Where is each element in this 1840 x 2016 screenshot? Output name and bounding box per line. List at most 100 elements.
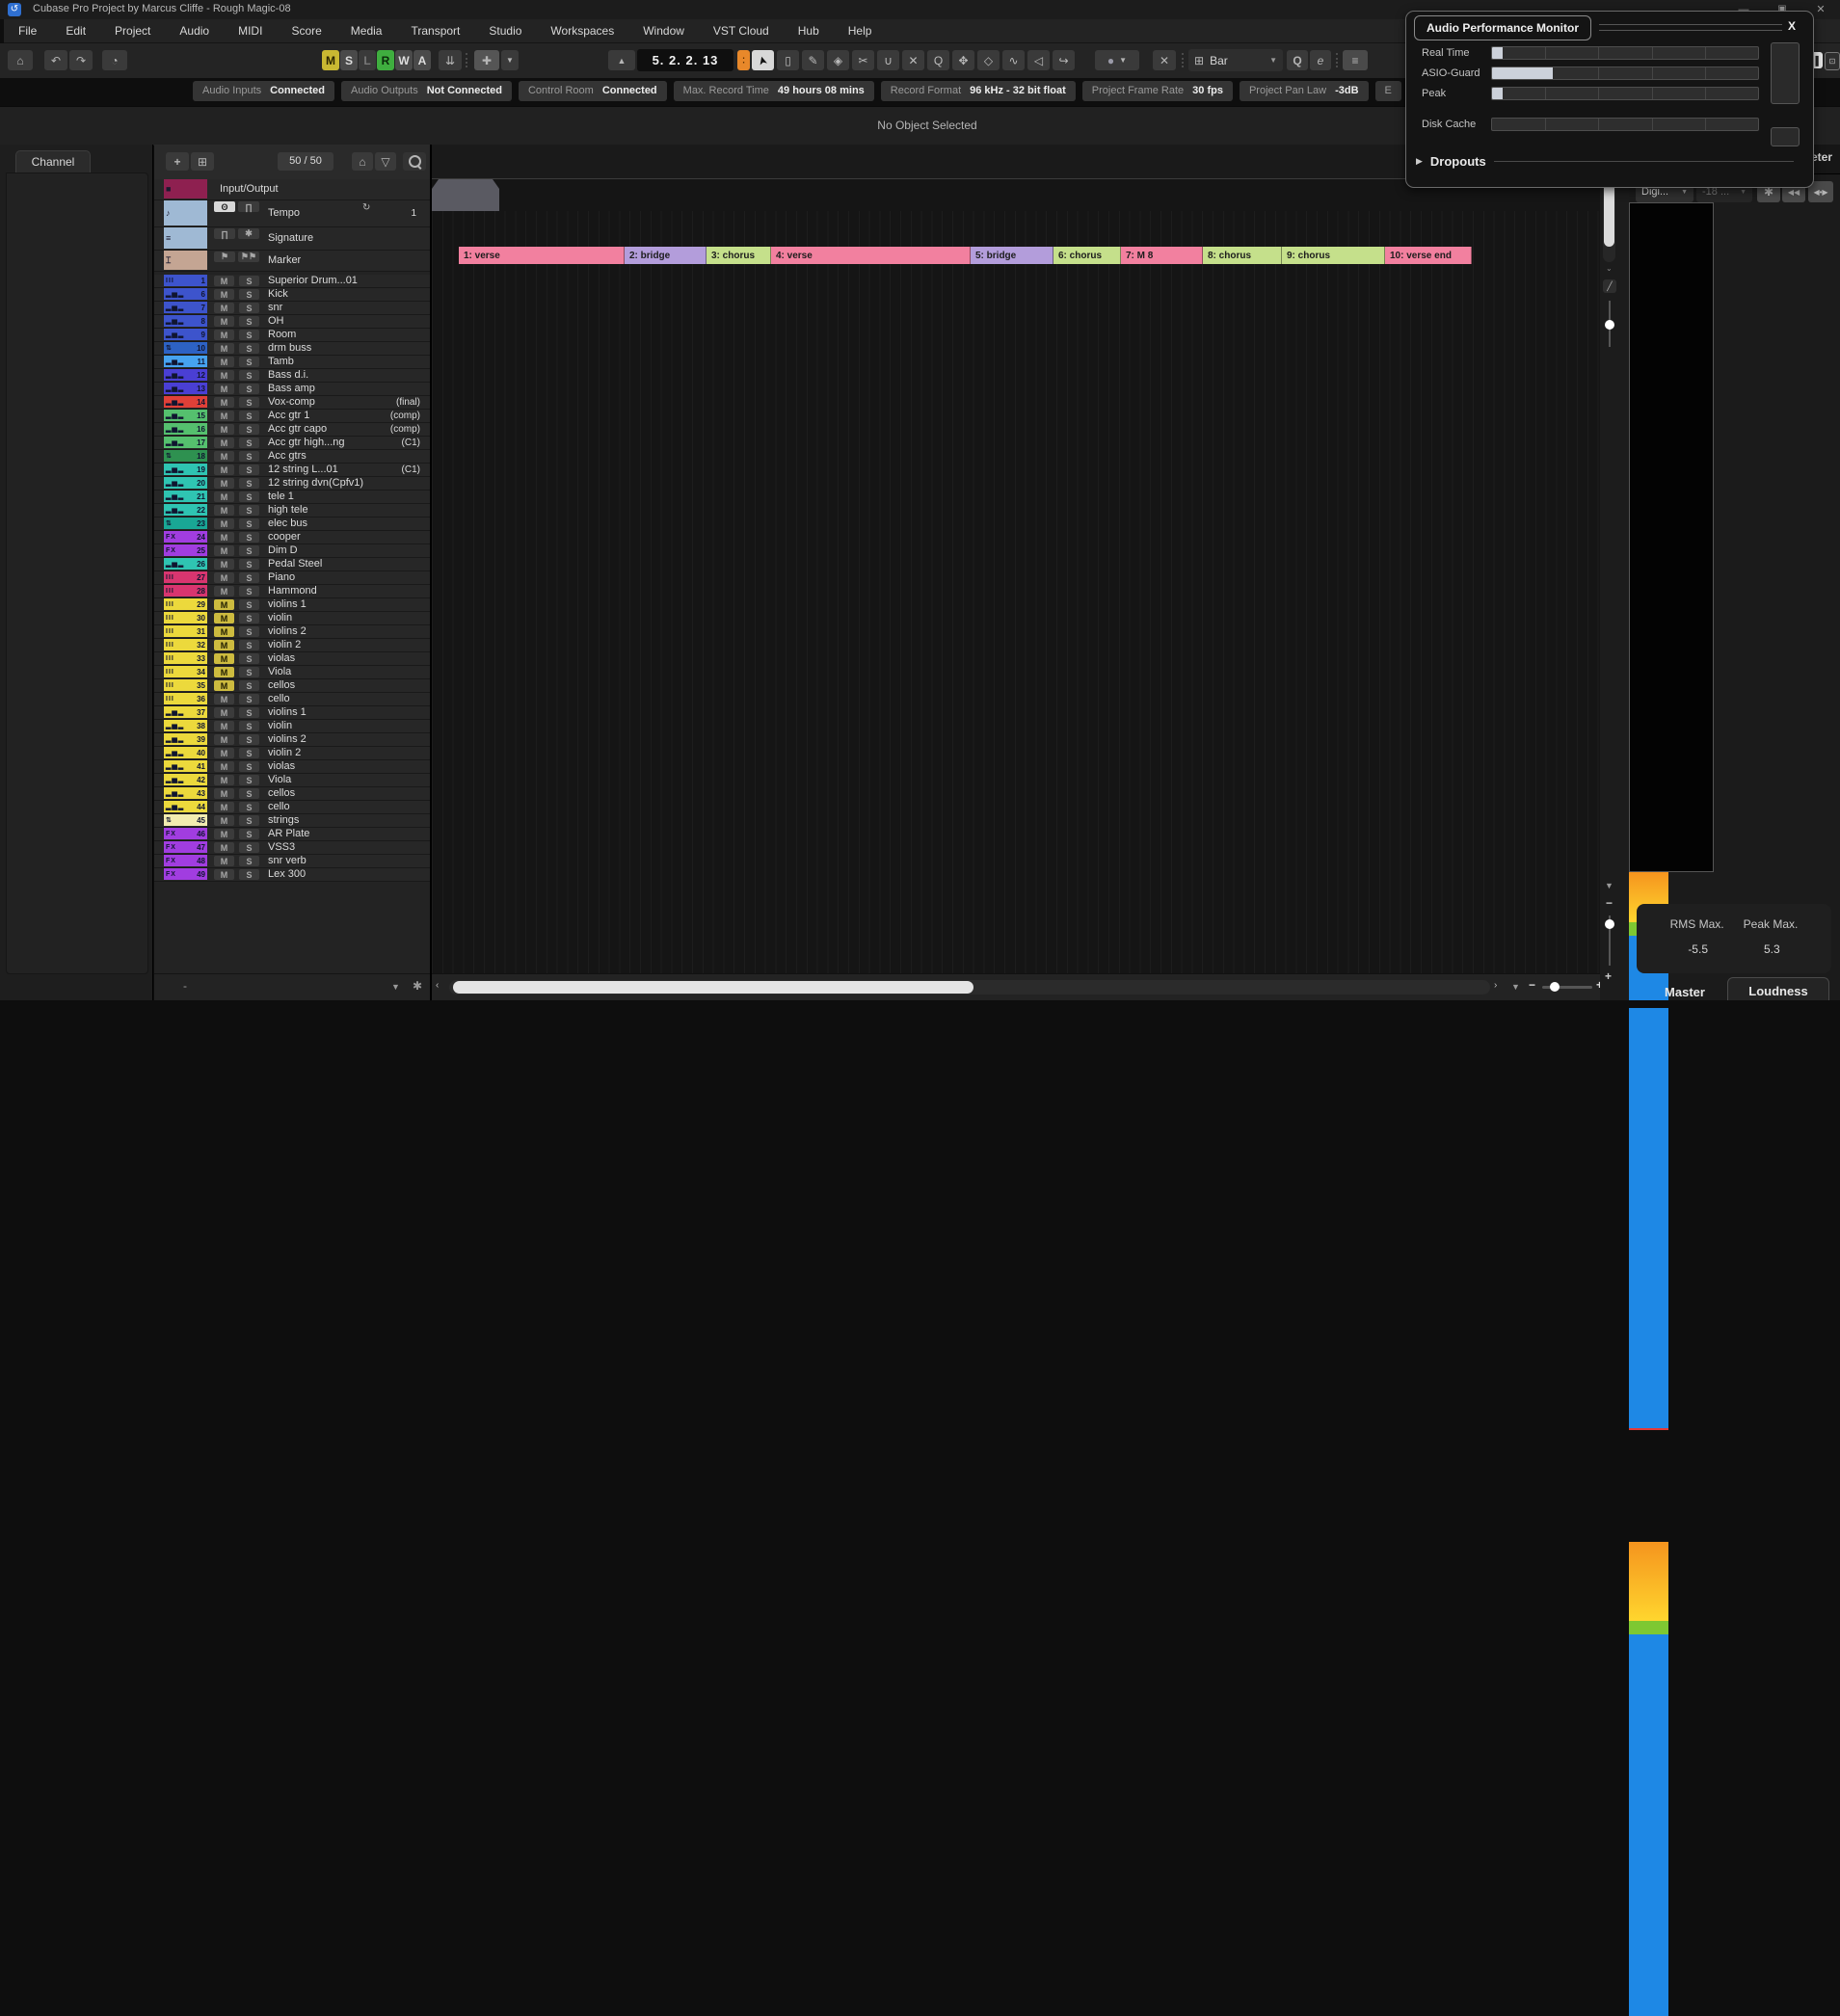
setup-window-layout-button[interactable]: ⊡ xyxy=(1825,52,1840,70)
h-zoom-out[interactable]: − xyxy=(1529,978,1535,992)
menu-edit[interactable]: Edit xyxy=(51,19,100,42)
track-row[interactable]: ▂▅▂19MS12 string L...01(C1) xyxy=(154,464,430,477)
solo-button[interactable]: S xyxy=(239,640,259,650)
menu-audio[interactable]: Audio xyxy=(165,19,224,42)
status-chip-control-room[interactable]: Control RoomConnected xyxy=(519,81,667,101)
track-row[interactable]: III35MScellos xyxy=(154,679,430,693)
gear-icon[interactable]: ✱ xyxy=(413,979,422,993)
mute-button[interactable]: M xyxy=(214,802,234,812)
track-row[interactable]: ▂▅▂14MSVox-comp(final) xyxy=(154,396,430,410)
line-tool-button[interactable]: ∿ xyxy=(1002,50,1025,70)
menu-help[interactable]: Help xyxy=(834,19,887,42)
track-row[interactable]: FX25MSDim D xyxy=(154,544,430,558)
solo-button[interactable]: S xyxy=(239,316,259,327)
track-row[interactable]: ▂▅▂43MScellos xyxy=(154,787,430,801)
solo-button[interactable]: S xyxy=(239,343,259,354)
undo-button[interactable]: ↶ xyxy=(44,50,67,70)
cycle-marker[interactable]: 5: bridge xyxy=(971,247,1053,264)
solo-button[interactable]: S xyxy=(239,613,259,623)
solo-button[interactable]: S xyxy=(239,694,259,704)
mute-button[interactable]: M xyxy=(214,640,234,650)
feedback-tool-button[interactable]: ↪ xyxy=(1053,50,1075,70)
solo-button[interactable]: S xyxy=(239,667,259,677)
mute-button[interactable]: M xyxy=(214,478,234,489)
status-chip-audio-inputs[interactable]: Audio InputsConnected xyxy=(193,81,334,101)
mute-button[interactable]: M xyxy=(214,343,234,354)
track-row[interactable]: ⇅10MSdrm buss xyxy=(154,342,430,356)
track-row[interactable]: ▂▅▂16MSAcc gtr capo(comp) xyxy=(154,423,430,437)
solo-button[interactable]: S xyxy=(239,599,259,610)
solo-button[interactable]: S xyxy=(239,384,259,394)
solo-button[interactable]: S xyxy=(239,289,259,300)
track-row[interactable]: III32MSviolin 2 xyxy=(154,639,430,652)
track-row[interactable]: III33MSviolas xyxy=(154,652,430,666)
mute-button[interactable]: M xyxy=(214,761,234,772)
track-row[interactable]: ▂▅▂12MSBass d.i. xyxy=(154,369,430,383)
track-row[interactable]: ▂▅▂22MShigh tele xyxy=(154,504,430,517)
wave-zoom-handle[interactable] xyxy=(1605,919,1614,929)
solo-button[interactable]: S xyxy=(239,869,259,880)
status-chip-project-frame-rate[interactable]: Project Frame Rate30 fps xyxy=(1082,81,1233,101)
mute-button[interactable]: M xyxy=(214,532,234,543)
track-row[interactable]: ▂▅▂15MSAcc gtr 1(comp) xyxy=(154,410,430,423)
mute-button[interactable]: M xyxy=(214,775,234,785)
v-zoom-handle[interactable] xyxy=(1605,320,1614,330)
solo-button[interactable]: S xyxy=(239,330,259,340)
solo-button[interactable]: S xyxy=(239,842,259,853)
event-display[interactable]: 1917253341495765738189974/4+44424/4+4442… xyxy=(432,145,1600,973)
track-row[interactable]: ▂▅▂17MSAcc gtr high...ng(C1) xyxy=(154,437,430,450)
mute-button[interactable]: M xyxy=(214,451,234,462)
solo-button[interactable]: S xyxy=(239,532,259,543)
track-row[interactable]: ▂▅▂41MSviolas xyxy=(154,760,430,774)
wave-zoom-slider[interactable] xyxy=(1609,915,1611,966)
step-input-button[interactable]: ∶ xyxy=(737,50,750,70)
menu-transport[interactable]: Transport xyxy=(396,19,474,42)
track-row[interactable]: ▂▅▂39MSviolins 2 xyxy=(154,733,430,747)
erase-tool-button[interactable]: ◈ xyxy=(827,50,849,70)
solo-button[interactable]: S xyxy=(239,815,259,826)
hand-tool-button[interactable]: ✥ xyxy=(952,50,974,70)
snap-button[interactable]: ✕ xyxy=(1153,50,1176,70)
solo-button[interactable]: S xyxy=(239,505,259,516)
solo-button[interactable]: S xyxy=(239,626,259,637)
tab-channel[interactable]: Channel xyxy=(15,150,91,172)
solo-button[interactable]: S xyxy=(239,545,259,556)
mute-button[interactable]: M xyxy=(214,613,234,623)
mute-button[interactable]: M xyxy=(214,734,234,745)
mute-button[interactable]: M xyxy=(214,721,234,731)
solo-button[interactable]: S xyxy=(239,559,259,570)
comp-tool-button[interactable]: ◇ xyxy=(977,50,1000,70)
solo-button[interactable]: S xyxy=(239,478,259,489)
track-row[interactable]: III31MSviolins 2 xyxy=(154,625,430,639)
solo-button[interactable]: S xyxy=(239,829,259,839)
cycle-marker[interactable]: 2: bridge xyxy=(625,247,707,264)
h-scrollbar-thumb[interactable] xyxy=(453,981,973,994)
solo-button[interactable]: S xyxy=(239,856,259,866)
cycle-marker[interactable]: 3: chorus xyxy=(707,247,771,264)
mute-button[interactable]: M xyxy=(214,788,234,799)
track-row[interactable]: III30MSviolin xyxy=(154,612,430,625)
mute-button[interactable]: M xyxy=(214,289,234,300)
track-row[interactable]: ▂▅▂7MSsnr xyxy=(154,302,430,315)
mute-button[interactable]: M xyxy=(214,357,234,367)
menu-media[interactable]: Media xyxy=(336,19,397,42)
menu-score[interactable]: Score xyxy=(277,19,335,42)
color-tool-button[interactable]: ● ▼ xyxy=(1095,50,1139,70)
track-row[interactable]: III36MScello xyxy=(154,693,430,706)
automation-l-button[interactable]: L xyxy=(359,50,376,70)
status-chip-e[interactable]: E xyxy=(1375,81,1401,101)
track-row[interactable]: FX46MSAR Plate xyxy=(154,828,430,841)
track-row[interactable]: III28MSHammond xyxy=(154,585,430,598)
history-button[interactable]: ◔ xyxy=(102,50,127,70)
track-row[interactable]: FX48MSsnr verb xyxy=(154,855,430,868)
lines-setup-button[interactable]: ≡ xyxy=(1343,50,1368,70)
mute-button[interactable]: M xyxy=(214,370,234,381)
track-row[interactable]: FX47MSVSS3 xyxy=(154,841,430,855)
mute-button[interactable]: M xyxy=(214,424,234,435)
status-chip-max-record-time[interactable]: Max. Record Time49 hours 08 mins xyxy=(674,81,874,101)
track-row[interactable]: FX24MScooper xyxy=(154,531,430,544)
solo-button[interactable]: S xyxy=(239,586,259,597)
mute-button[interactable]: M xyxy=(214,505,234,516)
mute-button[interactable]: M xyxy=(214,316,234,327)
mute-button[interactable]: M xyxy=(214,545,234,556)
